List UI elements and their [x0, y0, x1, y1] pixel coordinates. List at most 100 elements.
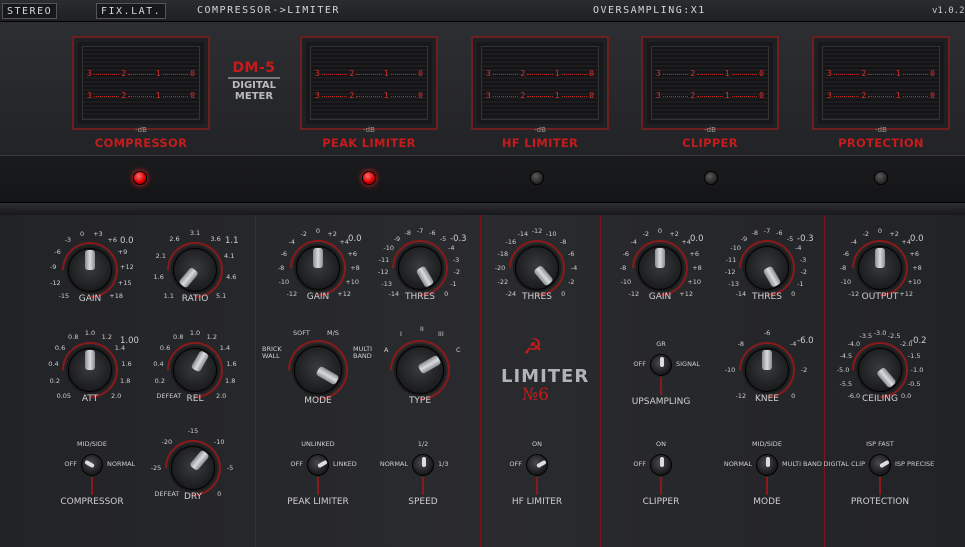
limiter-number: №6	[522, 385, 549, 405]
comp-rel-knob[interactable]	[173, 348, 217, 392]
hf-limiter-label: HF LIMITER	[511, 497, 563, 507]
activity-led	[874, 171, 888, 185]
peak-gain-tick: +10	[345, 278, 360, 287]
comp-att-tick: 1.6	[121, 360, 132, 369]
comp-gain-tick: -12	[50, 278, 61, 287]
peak-speed-switch[interactable]	[412, 454, 434, 476]
hf-thres-knob[interactable]	[515, 246, 559, 290]
comp-gain-tick: -9	[49, 263, 57, 272]
protection-stem	[879, 477, 881, 495]
peak-link-left-option: OFF	[290, 460, 303, 468]
stereo-button[interactable]: STEREO	[2, 3, 58, 19]
comp-att-tick: 0.4	[48, 360, 59, 369]
peak-link-stem	[317, 477, 319, 495]
clip-thres-knob[interactable]	[745, 246, 789, 290]
meter-scale-tick: 1	[895, 69, 901, 78]
activity-led	[704, 171, 718, 185]
meter-scale-tick: 2	[690, 69, 696, 78]
comp-gain-knob[interactable]	[68, 248, 112, 292]
meter-scale-tick: 3	[486, 69, 491, 78]
protection-switch[interactable]	[869, 454, 891, 476]
clip-gain-knob-group	[620, 228, 700, 308]
peak-speed-left-option: NORMAL	[379, 460, 408, 468]
comp-gain-tick: +9	[117, 248, 128, 257]
activity-led	[362, 171, 376, 185]
comp-dry-label: DRY	[183, 492, 203, 502]
prot-ceiling-tick: -0.5	[907, 380, 921, 389]
clip-mode-top-option: MID/SIDE	[752, 440, 782, 448]
meter-scale-tick: 0	[930, 69, 935, 78]
peak-thres-tick: -4	[448, 244, 455, 253]
peak-gain-knob[interactable]	[296, 246, 340, 290]
meter-scale-tick: 3	[827, 69, 832, 78]
comp-ratio-knob[interactable]	[173, 248, 217, 292]
meter-scale-tick: 3	[315, 69, 320, 78]
controls-panel	[0, 215, 965, 547]
comp-mode-switch[interactable]	[81, 454, 103, 476]
divider	[600, 215, 601, 547]
peak-gain-tick: -10	[278, 278, 290, 287]
meter-scale-tick: 1	[724, 91, 730, 100]
hf-thres-tick: -6	[567, 249, 575, 258]
prot-ceiling-tick: -4.0	[847, 339, 861, 348]
type-opt: II	[420, 325, 424, 333]
peak-link-switch[interactable]	[307, 454, 329, 476]
hf-limiter-left-option: OFF	[509, 460, 522, 468]
clipper-left-option: OFF	[633, 460, 646, 468]
clip-knee-tick: -8	[737, 339, 745, 348]
meter-title: COMPRESSOR	[94, 136, 188, 150]
comp-dry-tick: -20	[161, 437, 173, 446]
panel-separator	[0, 203, 965, 215]
clip-gain-knob[interactable]	[638, 246, 682, 290]
meter-scale-tick: 2	[121, 69, 127, 78]
prot-ceiling-tick: -4.5	[839, 351, 853, 360]
fix-latency-button[interactable]: FIX.LAT.	[96, 3, 167, 19]
type-opt: III	[438, 330, 444, 338]
clip-knee-value: -6.0	[797, 336, 814, 346]
meter-scale-tick: 0	[589, 91, 594, 100]
prot-output-label: OUTPUT	[861, 292, 899, 302]
prot-output-knob[interactable]	[858, 246, 902, 290]
hf-limiter-switch[interactable]	[526, 454, 548, 476]
prot-ceiling-tick: -1.0	[910, 366, 924, 374]
peak-speed-stem	[422, 477, 424, 495]
comp-ratio-tick: 4.1	[224, 251, 235, 260]
comp-dry-knob[interactable]	[171, 446, 215, 490]
peak-type-knob-group	[377, 327, 463, 413]
hf-thres-tick: -20	[494, 264, 506, 272]
peak-gain-label: GAIN	[306, 292, 330, 302]
peak-thres-knob[interactable]	[398, 246, 442, 290]
peak-mode-knob[interactable]	[294, 346, 342, 394]
hf-thres-tick: -4	[570, 264, 578, 272]
clip-gain-tick: -10	[620, 278, 632, 287]
mode-opt: SOFT	[293, 329, 310, 337]
oversampling-selector[interactable]: OVERSAMPLING:X1	[593, 3, 706, 19]
comp-gain-tick: +12	[120, 263, 134, 272]
clip-gain-tick: +2	[669, 229, 679, 238]
chain-order-button[interactable]: COMPRESSOR->LIMITER	[197, 3, 340, 19]
version-label: v1.0.2b	[932, 6, 965, 16]
clip-thres-tick: -13	[728, 280, 739, 289]
comp-rel-tick: 0.6	[159, 344, 171, 353]
top-bar: STEREO FIX.LAT. COMPRESSOR->LIMITER OVER…	[0, 0, 965, 22]
clip-knee-knob[interactable]	[745, 348, 789, 392]
meter-scale-tick: 2	[349, 91, 355, 100]
logo-line1: DIGITAL	[231, 80, 277, 91]
clip-mode-switch[interactable]	[756, 454, 778, 476]
peak-link-top-option: UNLINKED	[301, 440, 335, 448]
meter-scale-tick: 2	[690, 91, 696, 100]
clipper-switch[interactable]	[650, 454, 672, 476]
prot-ceiling-knob[interactable]	[858, 348, 902, 392]
clip-gain-tick: +8	[692, 264, 702, 272]
meter-scale-tick: 0	[190, 91, 195, 100]
level-meter: 3 2 1 0 3 2 1 0	[300, 36, 438, 130]
clip-upsampling-switch[interactable]	[650, 354, 672, 376]
hf-thres-knob-group	[497, 228, 577, 308]
peak-type-knob[interactable]	[396, 346, 444, 394]
clip-thres-tick: -11	[725, 255, 737, 264]
clip-mode-left-option: NORMAL	[723, 460, 752, 468]
comp-att-tick: 1.2	[101, 333, 112, 342]
clip-knee-tick: -6	[763, 329, 771, 337]
comp-att-knob[interactable]	[68, 348, 112, 392]
clip-upsampling-left-option: OFF	[633, 360, 646, 368]
